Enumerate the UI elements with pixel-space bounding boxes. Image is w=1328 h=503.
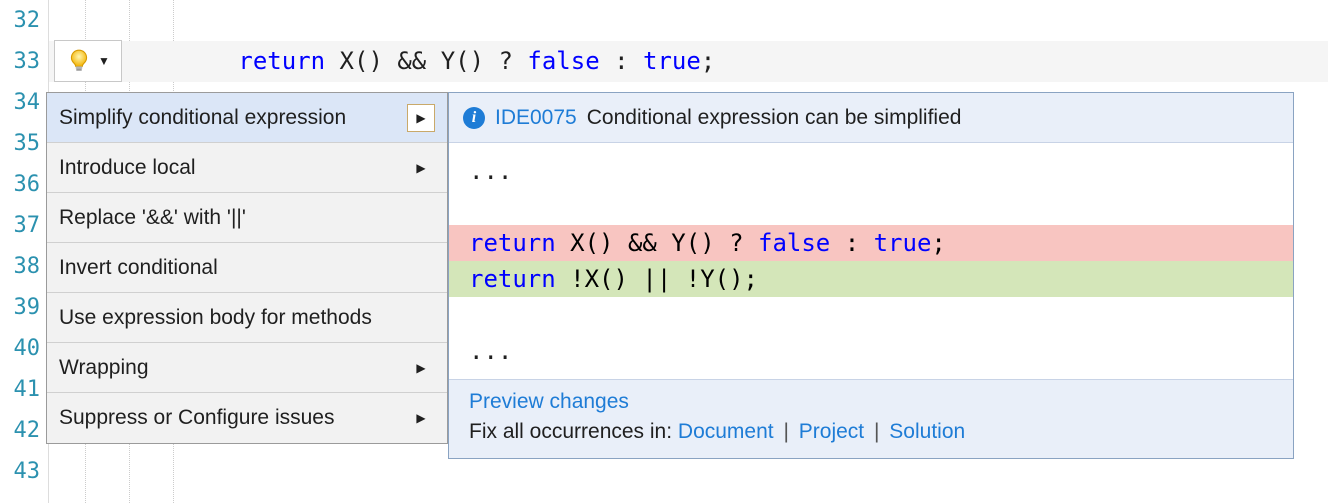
line-number: 42 [0,410,40,451]
line-number: 39 [0,287,40,328]
quick-action-label: Use expression body for methods [59,306,372,330]
line-number: 41 [0,369,40,410]
diagnostic-message: Conditional expression can be simplified [587,106,962,130]
quick-actions-bulb[interactable]: ▼ [54,40,122,82]
preview-header: i IDE0075 Conditional expression can be … [449,93,1293,143]
chevron-down-icon: ▼ [98,54,110,68]
preview-changes-link[interactable]: Preview changes [469,390,1273,414]
diff-deleted-line: return X() && Y() ? false : true; [449,225,1293,261]
quick-actions-menu: Simplify conditional expression▶Introduc… [46,92,448,444]
quick-action-label: Wrapping [59,356,149,380]
lightbulb-icon [66,48,92,74]
preview-footer: Preview changes Fix all occurrences in: … [449,379,1293,458]
chevron-right-icon: ▶ [407,354,435,382]
fix-project-link[interactable]: Project [799,420,864,443]
line-number: 32 [0,0,40,41]
fix-document-link[interactable]: Document [678,420,774,443]
fix-all-prefix: Fix all occurrences in: [469,420,678,443]
chevron-right-icon: ▶ [407,154,435,182]
diff-added-line: return !X() || !Y(); [449,261,1293,297]
diagnostic-id[interactable]: IDE0075 [495,106,577,130]
quick-action-item[interactable]: Replace '&&' with '||' [47,193,447,243]
quick-action-label: Introduce local [59,156,196,180]
diff-body: ... return X() && Y() ? false : true; re… [449,143,1293,379]
separator: | [870,420,883,443]
diff-blank [449,297,1293,333]
line-number: 35 [0,123,40,164]
diff-blank [449,189,1293,225]
info-icon: i [463,107,485,129]
quick-action-item[interactable]: Suppress or Configure issues ▶ [47,393,447,443]
quick-action-item[interactable]: Introduce local ▶ [47,143,447,193]
separator: | [779,420,792,443]
line-number: 38 [0,246,40,287]
line-number: 40 [0,328,40,369]
gutter: 323334353637383940414243 [0,0,48,503]
quick-action-label: Suppress or Configure issues [59,406,334,430]
chevron-right-icon: ▶ [407,404,435,432]
quick-action-item[interactable]: Invert conditional [47,243,447,293]
line-number: 36 [0,164,40,205]
line-number: 43 [0,451,40,492]
line-number: 34 [0,82,40,123]
diff-context: ... [449,333,1293,369]
quick-action-label: Invert conditional [59,256,218,280]
quick-action-item[interactable]: Use expression body for methods [47,293,447,343]
line-number: 37 [0,205,40,246]
quick-action-label: Simplify conditional expression [59,106,346,130]
line-number: 33 [0,41,40,82]
quick-action-label: Replace '&&' with '||' [59,206,246,230]
fix-solution-link[interactable]: Solution [889,420,965,443]
chevron-right-icon: ▶ [407,104,435,132]
diff-context: ... [449,153,1293,189]
code-line-33[interactable]: return X() && Y() ? false : true; [49,41,1328,82]
quick-action-item[interactable]: Simplify conditional expression ▶ [47,93,447,143]
quick-action-item[interactable]: Wrapping ▶ [47,343,447,393]
preview-panel: i IDE0075 Conditional expression can be … [448,92,1294,459]
